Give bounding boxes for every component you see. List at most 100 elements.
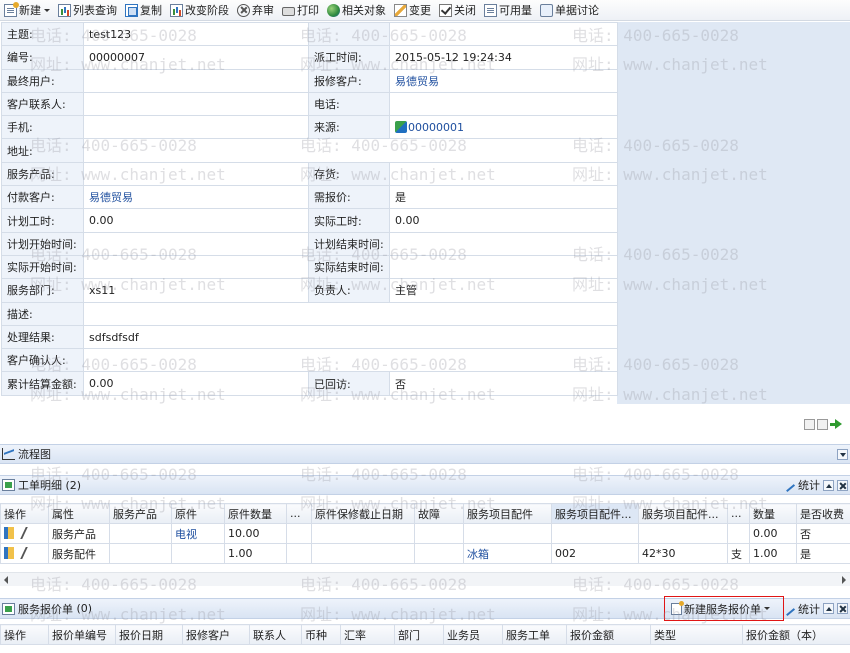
cell xyxy=(414,523,464,544)
col-header[interactable]: 币种 xyxy=(301,624,341,645)
dispatch-time-value: 2015-05-12 19:24:34 xyxy=(389,45,618,70)
available-qty-button[interactable]: 可用量 xyxy=(482,1,534,20)
col-header[interactable]: 是否收费 xyxy=(796,503,850,524)
visited-label: 已回访: xyxy=(308,371,390,396)
part-link[interactable]: 冰箱 xyxy=(467,548,489,561)
quote-stats-button[interactable]: 统计 xyxy=(798,601,820,617)
cell xyxy=(638,523,728,544)
next-arrow-icon[interactable] xyxy=(830,419,842,430)
original-link[interactable]: 电视 xyxy=(175,528,197,541)
collapse-icon[interactable] xyxy=(823,603,834,614)
list-icon xyxy=(58,3,71,17)
discuss-button[interactable]: 单据讨论 xyxy=(538,1,601,20)
cell xyxy=(286,523,312,544)
change-button[interactable]: 变更 xyxy=(392,1,433,20)
repair-customer-link[interactable]: 易德贸易 xyxy=(395,75,439,88)
col-header[interactable]: 服务产品 xyxy=(109,503,172,524)
col-header[interactable]: ... xyxy=(286,503,312,524)
chevron-down-icon[interactable] xyxy=(44,8,50,12)
stage-icon xyxy=(170,3,183,17)
close-icon[interactable] xyxy=(837,603,848,614)
close-button[interactable]: 关闭 xyxy=(437,1,478,20)
list-query-button[interactable]: 列表查询 xyxy=(56,1,119,20)
col-header[interactable]: 服务工单 xyxy=(502,624,567,645)
new-doc-icon xyxy=(4,1,19,17)
col-header[interactable]: 故障 xyxy=(414,503,464,524)
col-header[interactable]: 原件保修截止日期 xyxy=(311,503,415,524)
col-header[interactable]: 数量 xyxy=(749,503,797,524)
mobile-label: 手机: xyxy=(1,115,84,140)
remove-row-icon[interactable] xyxy=(817,419,828,430)
add-row-icon[interactable] xyxy=(804,419,815,430)
owner-label: 负责人: xyxy=(308,278,390,303)
col-header[interactable]: 属性 xyxy=(48,503,110,524)
contact-value xyxy=(83,91,309,117)
col-header[interactable]: 报修客户 xyxy=(182,624,250,645)
plan-hours-label: 计划工时: xyxy=(1,208,84,233)
repair-customer-label: 报修客户: xyxy=(308,68,390,93)
col-header[interactable]: 原件 xyxy=(171,503,225,524)
col-header[interactable]: ... xyxy=(727,503,750,524)
col-header[interactable]: 部门 xyxy=(394,624,444,645)
new-doc-icon xyxy=(671,600,684,615)
new-service-quote-button[interactable]: 新建服务报价单 xyxy=(664,596,784,621)
col-header[interactable]: 报价金额（本） xyxy=(742,624,850,645)
source-icon xyxy=(395,120,407,133)
work-order-form: 主题: test123 编号: 00000007 派工时间: 2015-05-1… xyxy=(1,21,618,396)
address-label: 地址: xyxy=(1,138,84,163)
collapse-icon[interactable] xyxy=(823,479,834,491)
print-button[interactable]: 打印 xyxy=(280,1,321,20)
col-header[interactable]: 联系人 xyxy=(249,624,302,645)
col-header[interactable]: 服务项目配件... xyxy=(638,503,728,524)
delete-row-icon[interactable] xyxy=(14,547,28,559)
flow-chart-bar[interactable]: 流程图 xyxy=(0,444,850,464)
detail-title: 工单明细 xyxy=(18,479,62,492)
discussion-icon xyxy=(540,3,553,17)
change-stage-button[interactable]: 改变阶段 xyxy=(168,1,231,20)
new-button[interactable]: 新建 xyxy=(2,1,52,20)
scroll-right-icon[interactable] xyxy=(842,576,846,584)
total-label: 累计结算金额: xyxy=(1,371,84,396)
col-header[interactable]: 报价单编号 xyxy=(48,624,116,645)
detail-header-row: 操作 属性 服务产品 原件 原件数量 ... 原件保修截止日期 故障 服务项目配… xyxy=(0,503,850,524)
col-header[interactable]: 服务项目配件 xyxy=(463,503,552,524)
related-objects-button[interactable]: 相关对象 xyxy=(325,1,388,20)
copy-button[interactable]: 复制 xyxy=(123,1,164,20)
col-header[interactable]: 原件数量 xyxy=(224,503,287,524)
col-header[interactable]: 操作 xyxy=(0,503,49,524)
edit-row-icon[interactable] xyxy=(4,527,14,539)
col-header[interactable]: 业务员 xyxy=(443,624,503,645)
number-value: 00000007 xyxy=(83,45,309,70)
abandon-button[interactable]: 弃审 xyxy=(235,1,276,20)
subject-value: test123 xyxy=(83,21,309,47)
cell: 服务配件 xyxy=(48,543,110,564)
col-header[interactable]: 操作 xyxy=(0,624,49,645)
col-header[interactable]: 类型 xyxy=(650,624,743,645)
col-header[interactable]: 服务项目配件... xyxy=(551,503,639,524)
confirm-value xyxy=(83,348,618,373)
cell xyxy=(171,543,225,564)
close-icon[interactable] xyxy=(837,479,848,491)
mobile-value xyxy=(83,115,309,140)
source-link[interactable]: 00000001 xyxy=(408,121,464,134)
expand-icon[interactable] xyxy=(837,448,848,460)
col-header[interactable]: 报价金额 xyxy=(566,624,651,645)
col-header[interactable]: 汇率 xyxy=(340,624,395,645)
detail-stats-button[interactable]: 统计 xyxy=(798,477,820,493)
table-row: 服务配件 1.00 冰箱 002 42*30 支 1.00 是 xyxy=(0,543,850,564)
scroll-left-icon[interactable] xyxy=(4,576,8,584)
cell xyxy=(727,523,750,544)
chevron-down-icon[interactable] xyxy=(764,607,770,610)
payer-link[interactable]: 易德贸易 xyxy=(89,191,133,204)
dept-label: 服务部门: xyxy=(1,278,84,303)
number-label: 编号: xyxy=(1,45,84,70)
horizontal-scrollbar[interactable] xyxy=(0,572,850,586)
result-value: sdfsdfsdf xyxy=(83,324,618,350)
col-header[interactable]: 报价日期 xyxy=(115,624,183,645)
cell xyxy=(311,543,415,564)
edit-row-icon[interactable] xyxy=(4,547,14,559)
description-label: 描述: xyxy=(1,301,84,326)
edit-icon xyxy=(394,3,407,17)
cell: 否 xyxy=(796,523,850,544)
delete-row-icon[interactable] xyxy=(14,527,28,539)
